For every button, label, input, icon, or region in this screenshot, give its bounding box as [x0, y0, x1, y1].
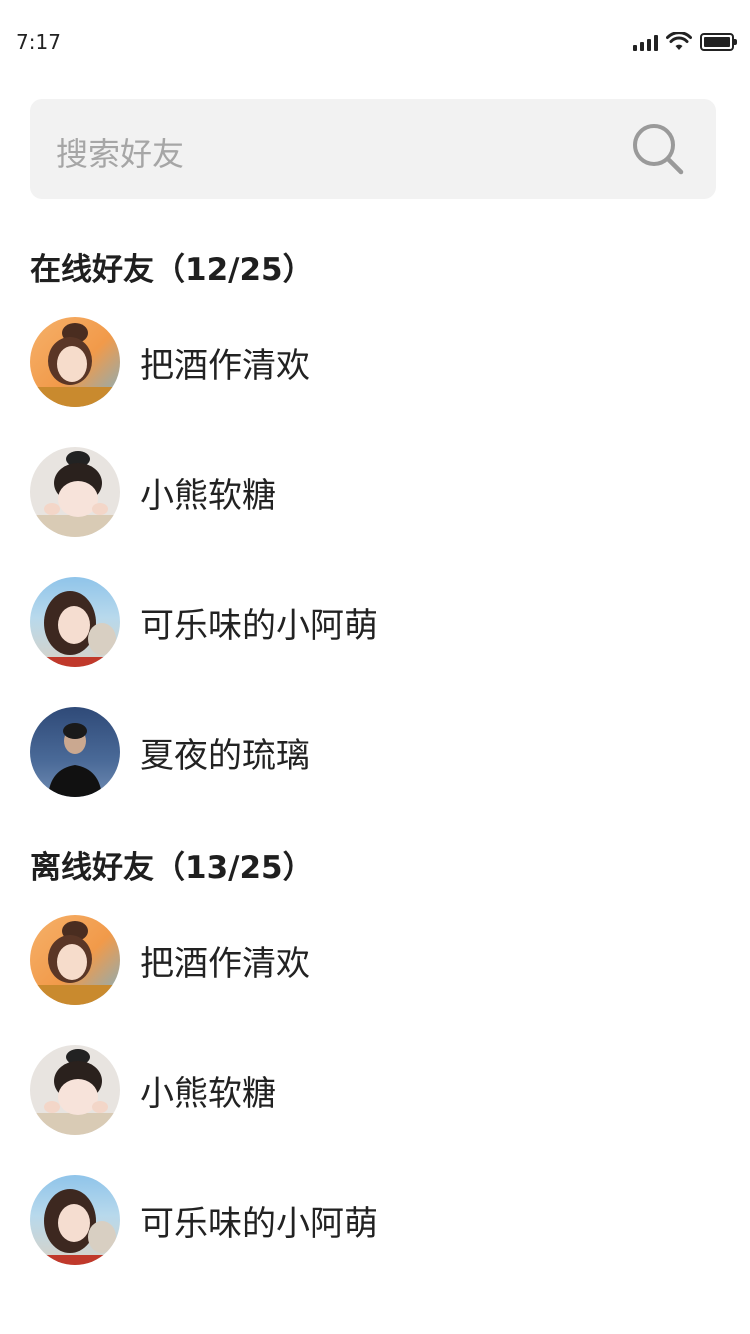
friend-name: 小熊软糖 [140, 1073, 276, 1114]
friend-item[interactable]: 夏夜的琉璃 [30, 707, 310, 797]
avatar [30, 1045, 120, 1135]
status-time: 7:17 [16, 30, 61, 54]
offline-section-title: 离线好友（13/25） [30, 850, 314, 886]
online-section-title: 在线好友（12/25） [30, 252, 314, 288]
avatar [30, 317, 120, 407]
wifi-icon [666, 32, 692, 50]
friend-name: 夏夜的琉璃 [140, 735, 310, 776]
battery-icon [700, 33, 737, 51]
status-icons [633, 32, 737, 52]
friend-name: 把酒作清欢 [140, 345, 310, 386]
search-input[interactable]: 搜索好友 [30, 99, 716, 199]
friend-item[interactable]: 小熊软糖 [30, 447, 276, 537]
friend-item[interactable]: 把酒作清欢 [30, 317, 310, 407]
avatar [30, 915, 120, 1005]
avatar [30, 707, 120, 797]
signal-icon [633, 33, 658, 51]
avatar [30, 1175, 120, 1265]
friend-name: 小熊软糖 [140, 475, 276, 516]
friend-name: 把酒作清欢 [140, 943, 310, 984]
friend-item[interactable]: 可乐味的小阿萌 [30, 1175, 378, 1265]
avatar [30, 577, 120, 667]
search-icon[interactable] [630, 121, 686, 177]
friend-item[interactable]: 可乐味的小阿萌 [30, 577, 378, 667]
friend-name: 可乐味的小阿萌 [140, 605, 378, 646]
friend-item[interactable]: 把酒作清欢 [30, 915, 310, 1005]
search-placeholder: 搜索好友 [56, 135, 185, 173]
friend-name: 可乐味的小阿萌 [140, 1203, 378, 1244]
status-bar: 7:17 [0, 0, 750, 88]
avatar [30, 447, 120, 537]
friend-item[interactable]: 小熊软糖 [30, 1045, 276, 1135]
